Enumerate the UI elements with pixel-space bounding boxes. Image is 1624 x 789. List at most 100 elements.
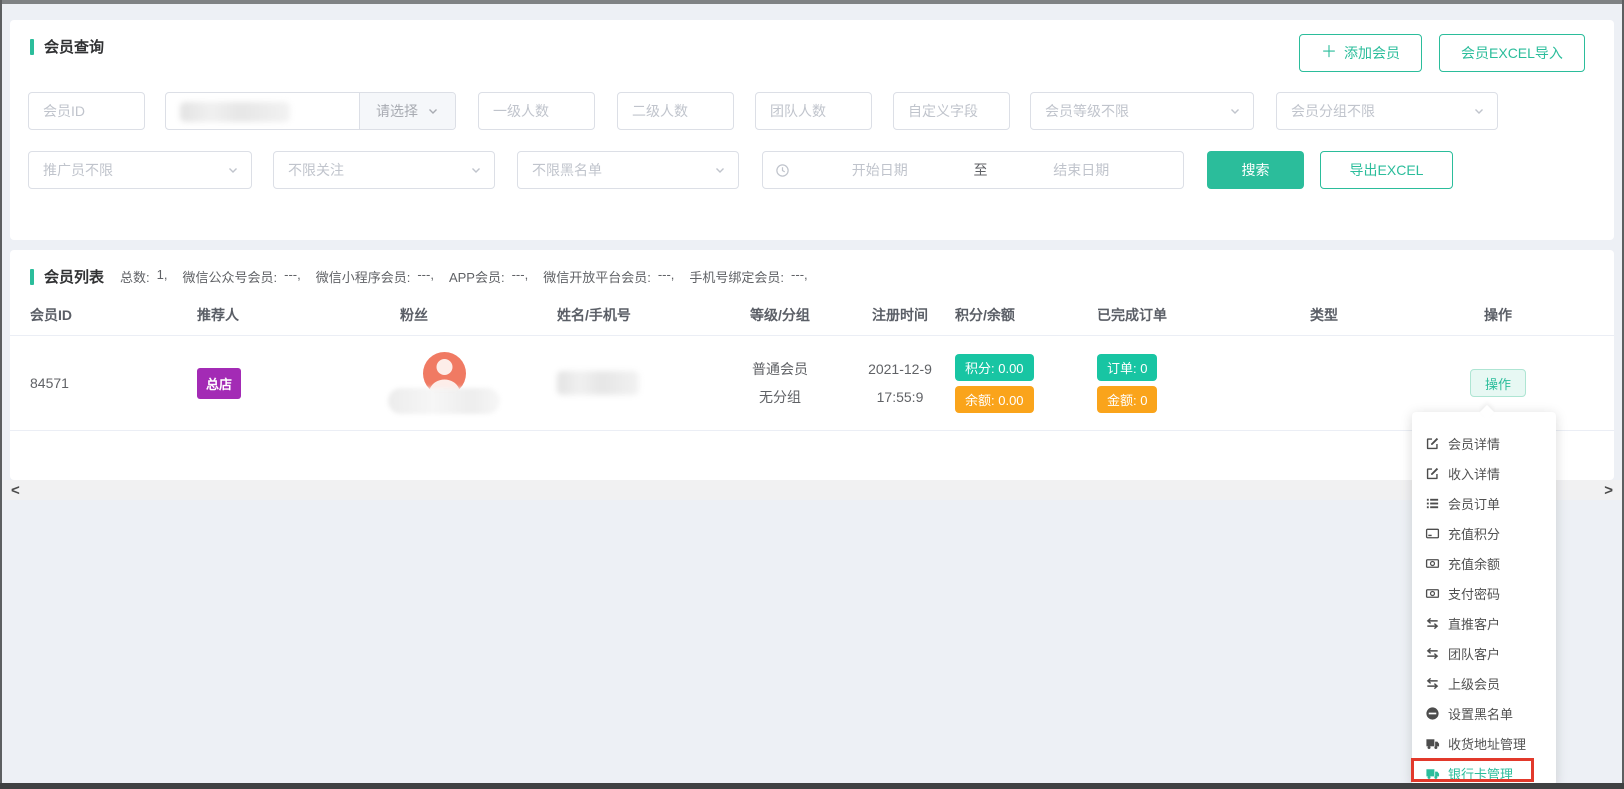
follow-select[interactable]: 不限关注 — [273, 151, 495, 189]
points-badge: 积分: 0.00 — [955, 354, 1034, 381]
cell-referrer: 总店 — [175, 368, 390, 399]
truck-icon — [1425, 736, 1440, 751]
promoter-select-value: 推广员不限 — [43, 160, 113, 180]
register-date: 2021-12-9 — [850, 355, 950, 383]
section-accent-bar — [30, 39, 34, 55]
menu-item-member-detail[interactable]: 会员详情 — [1412, 428, 1556, 458]
query-panel-title: 会员查询 — [44, 36, 104, 57]
window-frame-bottom — [0, 783, 1624, 789]
member-list-panel: 会员列表 总数:1, 微信公众号会员:---, 微信小程序会员:---, APP… — [10, 250, 1614, 480]
blacklist-select-value: 不限黑名单 — [532, 160, 602, 180]
cell-level-group: 普通会员 无分组 — [710, 355, 850, 411]
cell-completed-orders: 订单: 0 金额: 0 — [1085, 354, 1300, 413]
member-level-select-value: 会员等级不限 — [1045, 101, 1129, 121]
cell-member-id: 84571 — [10, 375, 175, 391]
excel-import-button[interactable]: 会员EXCEL导入 — [1439, 34, 1585, 72]
row-action-button[interactable]: 操作 — [1470, 369, 1526, 397]
annotation-highlight-box — [1411, 758, 1534, 782]
query-panel-header: 会员查询 — [30, 36, 104, 57]
redacted-name-phone — [557, 371, 639, 395]
chevron-down-icon — [1229, 105, 1241, 117]
col-header-member-id: 会员ID — [10, 305, 175, 325]
menu-item-set-blacklist[interactable]: 设置黑名单 — [1412, 698, 1556, 728]
member-level: 普通会员 — [710, 355, 850, 383]
register-date-range-picker[interactable]: 开始日期 至 结束日期 — [762, 151, 1184, 189]
search-button[interactable]: 搜索 — [1207, 151, 1304, 189]
excel-import-label: 会员EXCEL导入 — [1461, 43, 1563, 63]
bank-card-icon — [1425, 526, 1440, 541]
stat-label: APP会员: — [449, 267, 505, 286]
member-group: 无分组 — [710, 383, 850, 411]
col-header-referrer: 推荐人 — [175, 305, 390, 325]
plus-icon: ＋ — [1321, 45, 1337, 61]
chevron-down-icon — [714, 164, 726, 176]
register-time: 17:55:9 — [850, 383, 950, 411]
keyword-input[interactable] — [166, 93, 359, 129]
export-excel-button[interactable]: 导出EXCEL — [1320, 151, 1453, 189]
exchange-icon — [1425, 646, 1440, 661]
clock-icon — [775, 163, 790, 178]
col-header-completed-orders: 已完成订单 — [1085, 305, 1300, 325]
level1-count-input[interactable] — [478, 92, 595, 130]
stat-label: 微信开放平台会员: — [543, 267, 651, 286]
banknote-icon — [1425, 556, 1440, 571]
orders-badge: 订单: 0 — [1097, 354, 1157, 381]
member-group-select[interactable]: 会员分组不限 — [1276, 92, 1498, 130]
chevron-down-icon — [227, 164, 239, 176]
member-stats: 总数:1, 微信公众号会员:---, 微信小程序会员:---, APP会员:--… — [120, 267, 808, 286]
stat-label: 微信公众号会员: — [182, 267, 277, 286]
end-date-placeholder[interactable]: 结束日期 — [992, 160, 1172, 180]
level2-count-input[interactable] — [617, 92, 734, 130]
member-level-select[interactable]: 会员等级不限 — [1030, 92, 1254, 130]
exchange-icon — [1425, 676, 1440, 691]
promoter-select[interactable]: 推广员不限 — [28, 151, 252, 189]
col-header-type: 类型 — [1300, 305, 1470, 325]
scroll-right-arrow[interactable]: > — [1604, 483, 1613, 498]
cell-points-balance: 积分: 0.00 余额: 0.00 — [950, 354, 1085, 413]
stat-label: 总数: — [120, 267, 150, 286]
referrer-badge: 总店 — [197, 368, 241, 399]
stat-value: 1, — [157, 267, 168, 286]
menu-item-upper-member[interactable]: 上级会员 — [1412, 668, 1556, 698]
menu-item-direct-customers[interactable]: 直推客户 — [1412, 608, 1556, 638]
blacklist-select[interactable]: 不限黑名单 — [517, 151, 739, 189]
window-frame-left — [0, 0, 2, 789]
stat-label: 微信小程序会员: — [316, 267, 411, 286]
date-separator: 至 — [970, 160, 992, 180]
horizontal-scrollbar[interactable]: < > — [2, 480, 1622, 500]
keyword-type-select[interactable]: 请选择 — [359, 93, 455, 129]
col-header-points-balance: 积分/余额 — [950, 305, 1085, 325]
start-date-placeholder[interactable]: 开始日期 — [790, 160, 970, 180]
col-header-name-phone: 姓名/手机号 — [550, 305, 710, 325]
stat-label: 手机号绑定会员: — [689, 267, 784, 286]
custom-field-input[interactable] — [893, 92, 1010, 130]
keyword-combo-input: 请选择 — [165, 92, 456, 130]
menu-item-payment-password[interactable]: 支付密码 — [1412, 578, 1556, 608]
scroll-left-arrow[interactable]: < — [11, 483, 20, 498]
list-panel-title: 会员列表 — [44, 266, 104, 287]
edit-icon — [1425, 436, 1440, 451]
section-accent-bar — [30, 269, 34, 285]
menu-item-recharge-points[interactable]: 充值积分 — [1412, 518, 1556, 548]
list-icon — [1425, 496, 1440, 511]
edit-icon — [1425, 466, 1440, 481]
menu-item-income-detail[interactable]: 收入详情 — [1412, 458, 1556, 488]
member-group-select-value: 会员分组不限 — [1291, 101, 1375, 121]
chevron-down-icon — [427, 105, 439, 117]
menu-item-team-customers[interactable]: 团队客户 — [1412, 638, 1556, 668]
menu-item-shipping-address[interactable]: 收货地址管理 — [1412, 728, 1556, 758]
balance-badge: 余额: 0.00 — [955, 386, 1034, 413]
menu-item-recharge-balance[interactable]: 充值余额 — [1412, 548, 1556, 578]
member-id-input[interactable] — [28, 92, 145, 130]
row-action-dropdown-menu: 会员详情 收入详情 会员订单 充值积分 充值余额 支付密码 直推客户 团队客户 … — [1412, 412, 1556, 786]
team-count-input[interactable] — [755, 92, 872, 130]
stat-value: ---, — [417, 267, 434, 286]
amount-badge: 金额: 0 — [1097, 386, 1157, 413]
menu-item-member-orders[interactable]: 会员订单 — [1412, 488, 1556, 518]
table-row: 84571 总店 普通会员 无分组 2021-12-9 17:55:9 积分: … — [10, 336, 1614, 431]
cell-name-phone — [550, 371, 710, 395]
keyword-type-label: 请选择 — [376, 101, 418, 121]
add-member-button[interactable]: ＋ 添加会员 — [1299, 34, 1422, 72]
cell-register-time: 2021-12-9 17:55:9 — [850, 355, 950, 411]
add-member-label: 添加会员 — [1344, 43, 1400, 63]
